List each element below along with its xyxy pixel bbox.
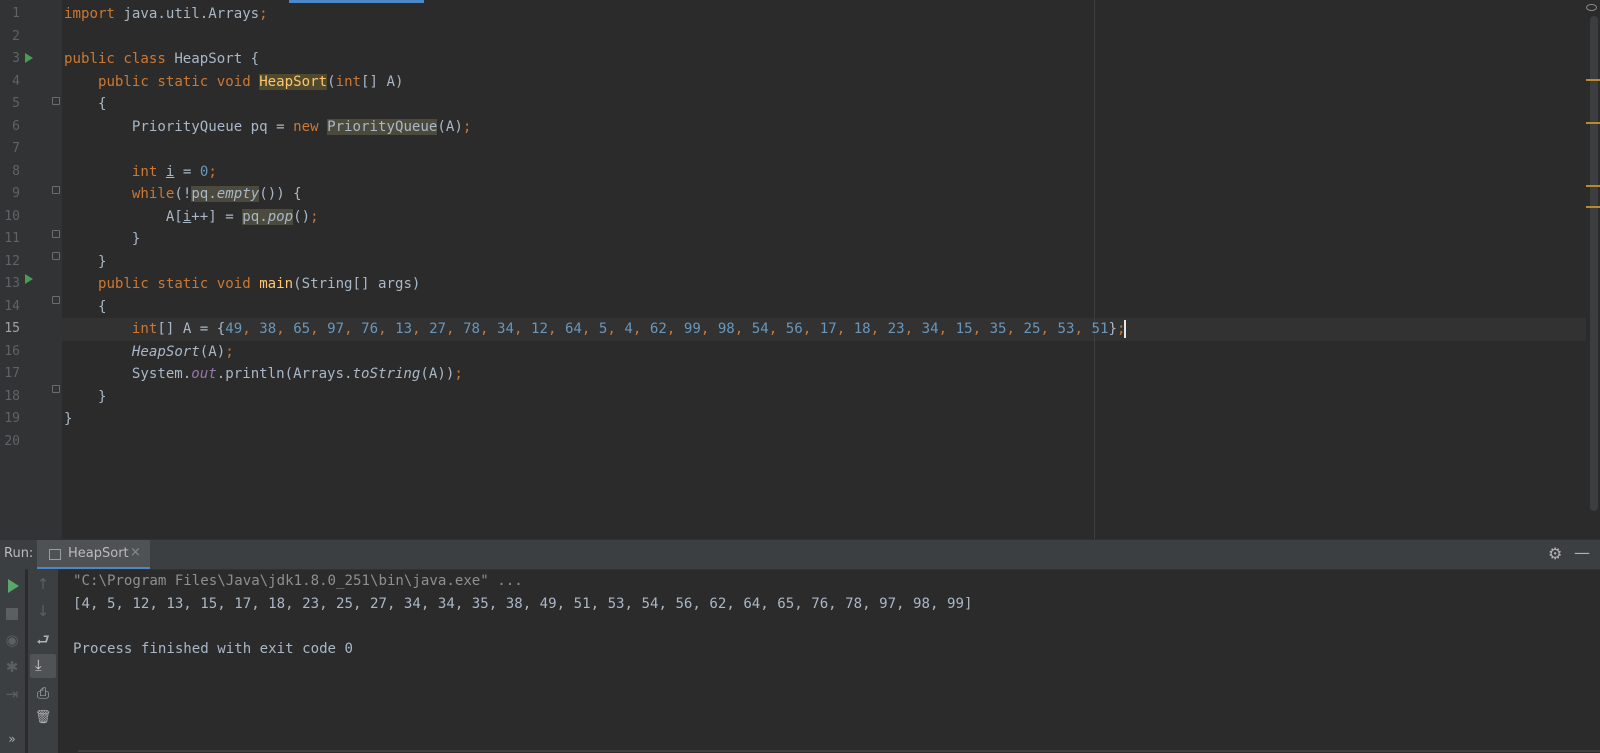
line-number: 6 [12,118,20,134]
line-number: 15 [4,321,20,336]
code-line[interactable]: PriorityQueue pq = new PriorityQueue(A); [64,116,471,139]
up-arrow-icon[interactable]: ↑ [33,575,53,593]
scroll-to-end-icon: ⤓ [35,656,42,674]
warning-stripe-marker[interactable] [1586,122,1600,124]
trash-icon[interactable]: 🗑 [33,710,53,725]
console-line: [4, 5, 12, 13, 15, 17, 18, 23, 25, 27, 3… [73,595,973,612]
fold-icon[interactable] [52,97,60,105]
line-number: 8 [12,163,20,179]
code-line[interactable]: int i = 0; [64,161,217,184]
line-number: 17 [4,366,20,381]
code-line[interactable]: int[] A = {49, 38, 65, 97, 76, 13, 27, 7… [64,318,1126,341]
line-number: 3 [12,51,20,66]
scroll-to-end-toggle[interactable]: ⤓ [30,654,56,678]
console-line: "C:\Program Files\Java\jdk1.8.0_251\bin\… [73,573,523,589]
code-line[interactable]: while(!pq.empty()) { [64,183,302,206]
run-label: Run: [4,546,34,561]
line-number: 9 [12,186,20,201]
fold-icon[interactable] [52,385,60,393]
line-number: 7 [12,141,20,156]
print-icon[interactable]: ⎙ [33,684,53,702]
line-number: 12 [4,253,20,269]
line-number: 11 [4,231,20,246]
minimize-icon[interactable]: — [1574,543,1590,562]
warning-stripe-marker[interactable] [1586,79,1600,81]
line-number: 19 [4,411,20,426]
code-line[interactable]: } [64,386,107,409]
line-number: 16 [4,343,20,359]
code-line[interactable]: A[i++] = pq.pop(); [64,206,319,229]
code-line[interactable]: System.out.println(Arrays.toString(A)); [64,363,463,386]
vertical-scrollbar[interactable] [1590,16,1598,511]
code-line[interactable]: { [64,93,107,116]
exit-icon[interactable]: ⇥ [2,685,22,703]
application-icon [49,549,61,560]
run-tool-window: Run: HeapSort × ⚙ — ◉ ✱ ⇥ » ↑ ↓ ⮐ ⎙ 🗑 ⤓ … [0,539,1600,753]
code-editor[interactable]: 1 2 3 4 5 6 7 8 9 10 11 12 13 14 15 16 17 18 19 20 import j… [0,0,1600,539]
run-toolbar-left: ◉ ✱ ⇥ » [0,569,25,753]
code-line[interactable]: { [64,296,107,319]
run-header-bar: Run: HeapSort × ⚙ — [0,540,1600,570]
code-line[interactable]: HeapSort(A); [64,341,234,364]
line-number: 13 [4,276,20,291]
line-number: 10 [4,208,20,224]
code-line[interactable]: public class HeapSort { [64,48,259,71]
line-number: 14 [4,298,20,314]
gear-icon[interactable]: ⚙ [1548,544,1562,563]
line-number: 1 [12,6,20,21]
stop-icon[interactable] [6,608,18,620]
more-icon[interactable]: » [2,732,22,746]
fold-icon[interactable] [52,230,60,238]
console-line: Process finished with exit code 0 [73,640,354,657]
run-tab-label: HeapSort [68,546,129,561]
code-line[interactable]: } [64,408,73,431]
fold-icon[interactable] [52,296,60,304]
code-line[interactable]: public static void HeapSort(int[] A) [64,71,403,94]
code-line[interactable]: public static void main(String[] args) [64,273,420,296]
code-line[interactable]: import java.util.Arrays; [64,3,268,26]
run-class-icon[interactable] [25,53,33,63]
text-caret [1124,320,1127,338]
line-number: 20 [4,433,20,449]
rerun-icon[interactable] [8,579,19,593]
down-arrow-icon[interactable]: ↓ [33,602,53,620]
line-number: 2 [12,28,20,44]
line-number: 4 [12,73,20,89]
debug-bug-icon[interactable]: ✱ [2,658,22,676]
run-main-icon[interactable] [25,274,33,284]
code-line[interactable]: } [64,228,141,251]
code-line[interactable]: } [64,251,107,274]
line-number: 18 [4,388,20,404]
camera-icon[interactable]: ◉ [2,631,22,649]
warning-stripe-marker[interactable] [1586,206,1600,208]
close-tab-icon[interactable]: × [130,545,141,560]
reader-mode-eye-icon[interactable] [1586,4,1597,11]
line-number: 5 [12,96,20,111]
fold-icon[interactable] [52,186,60,194]
code-area[interactable]: import java.util.Arrays; public class Hea… [64,0,1600,539]
fold-icon[interactable] [52,252,60,260]
soft-wrap-icon[interactable]: ⮐ [33,630,53,655]
warning-stripe-marker[interactable] [1586,185,1600,187]
